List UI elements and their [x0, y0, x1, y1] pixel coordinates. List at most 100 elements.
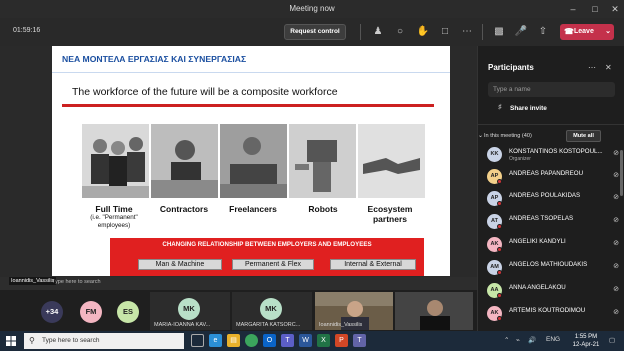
presentation-slide: ΝΕΑ ΜΟΝΤΕΛΑ ΕΡΓΑΣΙΑΣ ΚΑΙ ΣΥΝΕΡΓΑΣΙΑΣ The…: [52, 46, 450, 276]
column-label: Contractors: [149, 204, 219, 214]
file-explorer-icon[interactable]: ▤: [227, 334, 240, 347]
word-icon[interactable]: W: [299, 334, 312, 347]
hangup-icon: ☎: [564, 27, 574, 36]
search-icon: ⚲: [29, 336, 35, 345]
leave-button[interactable]: ☎ Leave ⌄: [560, 24, 614, 40]
shared-taskbar-search: Type here to search: [52, 279, 101, 285]
overflow-count[interactable]: +34: [41, 301, 63, 323]
close-icon[interactable]: ✕: [605, 63, 612, 72]
excel-icon[interactable]: X: [317, 334, 330, 347]
participant-name: ANNA ANGELAKOU: [509, 284, 566, 291]
participant-row[interactable]: AK ARTEMIS KOUTRODIMOU ⊘: [487, 305, 619, 325]
notifications-icon[interactable]: ▢: [609, 336, 615, 344]
mute-all-button[interactable]: Mute all: [566, 130, 601, 142]
camera-icon[interactable]: ▩: [492, 25, 506, 39]
status-dot: [497, 293, 502, 298]
participant-row[interactable]: AK ANGELIKI KANDYLI ⊘: [487, 236, 619, 256]
teams-icon[interactable]: T: [281, 334, 294, 347]
mic-muted-icon: ⊘: [613, 217, 619, 224]
participant-name: ANGELIKI KANDYLI: [509, 238, 566, 245]
windows-start-icon[interactable]: [6, 336, 16, 346]
powerpoint-icon[interactable]: P: [335, 334, 348, 347]
avatar: MK: [260, 298, 282, 320]
request-control-button[interactable]: Request control: [284, 24, 346, 40]
participant-row[interactable]: AA ANNA ANGELAKOU ⊘: [487, 282, 619, 302]
chat-icon[interactable]: ○: [393, 25, 407, 39]
participant-tile[interactable]: MK MARIA-IOANNA KAV...: [150, 292, 230, 330]
participant-role: Organizer: [509, 156, 531, 162]
window-title: Meeting now: [289, 4, 335, 13]
participant-name: ARTEMIS KOUTRODIMOU: [509, 307, 586, 314]
volume-icon[interactable]: 🔊: [528, 336, 536, 344]
participant-row[interactable]: AP ANDREAS POULAKIDAS ⊘: [487, 190, 619, 210]
participant-row[interactable]: KK KONSTANTINOS KOSTOPOUL... Organizer ⊘: [487, 146, 619, 166]
chip: Internal & External: [330, 259, 416, 270]
minimize-icon[interactable]: –: [566, 2, 580, 16]
participants-panel: Participants ⋯ ✕ Type a name ♯ Share inv…: [477, 46, 624, 331]
participants-icon[interactable]: ♟: [371, 25, 385, 39]
status-dot: [497, 316, 502, 321]
column-title: Contractors: [159, 204, 209, 214]
divider: [478, 124, 624, 125]
participant-row[interactable]: AM ANGELOS MATHIOUDAKIS ⊘: [487, 259, 619, 279]
clock-time: 1:55 PM: [574, 334, 598, 340]
participant-tile[interactable]: MK MARGARITA KATSORC...: [232, 292, 312, 330]
raise-hand-icon[interactable]: ✋: [416, 25, 430, 39]
avatar: KK: [487, 147, 502, 162]
participant-row[interactable]: AT ANDREAS TSOPELAS ⊘: [487, 213, 619, 233]
share-invite-button[interactable]: Share invite: [510, 105, 547, 112]
column-title: Full Time: [95, 204, 133, 214]
status-dot: [497, 201, 502, 206]
clock-date: 12-Apr-21: [572, 342, 600, 348]
edge-icon[interactable]: e: [209, 334, 222, 347]
column-title: Ecosystem partners: [367, 204, 413, 224]
outlook-icon[interactable]: O: [263, 334, 276, 347]
column-label: Freelancers: [218, 204, 288, 214]
status-dot: [497, 224, 502, 229]
banner-title: CHANGING RELATIONSHIP BETWEEN EMPLOYERS …: [162, 241, 372, 248]
chevron-down-icon[interactable]: ⌄: [605, 24, 611, 40]
mic-muted-icon[interactable]: 🎤: [514, 25, 528, 39]
participant-name: ANGELOS MATHIOUDAKIS: [509, 261, 588, 268]
more-icon[interactable]: ⋯: [588, 63, 596, 72]
column-label: Ecosystem partners: [355, 204, 425, 224]
mic-muted-icon: ⊘: [613, 172, 619, 179]
chevron-down-icon[interactable]: ⌄: [478, 132, 483, 139]
status-dot: [497, 270, 502, 275]
title-underline: [62, 104, 434, 107]
mic-muted-icon: ⊘: [613, 286, 619, 293]
chevron-up-icon[interactable]: ⌃: [504, 336, 509, 344]
in-meeting-header[interactable]: In this meeting (40): [484, 133, 532, 139]
mic-muted-icon: ⊘: [613, 194, 619, 201]
avatar: ES: [117, 301, 139, 323]
participant-video[interactable]: [395, 292, 473, 330]
contractors-photo: [151, 124, 218, 198]
slide-heading: ΝΕΑ ΜΟΝΤΕΛΑ ΕΡΓΑΣΙΑΣ ΚΑΙ ΣΥΝΕΡΓΑΣΙΑΣ: [62, 54, 247, 64]
mic-muted-icon: ⊘: [613, 150, 619, 157]
more-icon[interactable]: ⋯: [460, 25, 474, 39]
scrollbar[interactable]: [620, 150, 623, 196]
title-bar: Meeting now – □ ✕: [0, 0, 624, 18]
task-view-icon[interactable]: [191, 334, 204, 347]
relationship-banner: CHANGING RELATIONSHIP BETWEEN EMPLOYERS …: [110, 238, 424, 276]
close-icon[interactable]: ✕: [608, 2, 622, 16]
participant-video[interactable]: Ioannidis_Vassilis: [315, 292, 393, 330]
clock[interactable]: 1:55 PM 12-Apr-21: [568, 333, 604, 349]
share-icon[interactable]: ⇧: [536, 25, 550, 39]
network-icon[interactable]: ⌁: [516, 336, 520, 344]
language-indicator[interactable]: ENG: [546, 336, 560, 343]
video-gallery: +34 FM ES MK MARIA-IOANNA KAV... MK MARG…: [0, 290, 477, 331]
maximize-icon[interactable]: □: [588, 2, 602, 16]
participant-row[interactable]: AP ANDREAS PAPANDREOU ⊘: [487, 168, 619, 188]
avatar: FM: [80, 301, 102, 323]
column-title: Freelancers: [229, 204, 277, 214]
share-tray-icon[interactable]: □: [438, 25, 452, 39]
photo-strip: [82, 124, 425, 198]
chrome-icon[interactable]: [245, 334, 258, 347]
column-label: Robots: [288, 204, 358, 214]
participant-search-input[interactable]: Type a name: [488, 82, 615, 97]
taskbar-search-input[interactable]: ⚲ Type here to search: [24, 333, 184, 349]
mic-muted-icon: ⊘: [613, 240, 619, 247]
teams-chat-icon[interactable]: T: [353, 334, 366, 347]
tile-name: MARGARITA KATSORC...: [236, 322, 301, 328]
